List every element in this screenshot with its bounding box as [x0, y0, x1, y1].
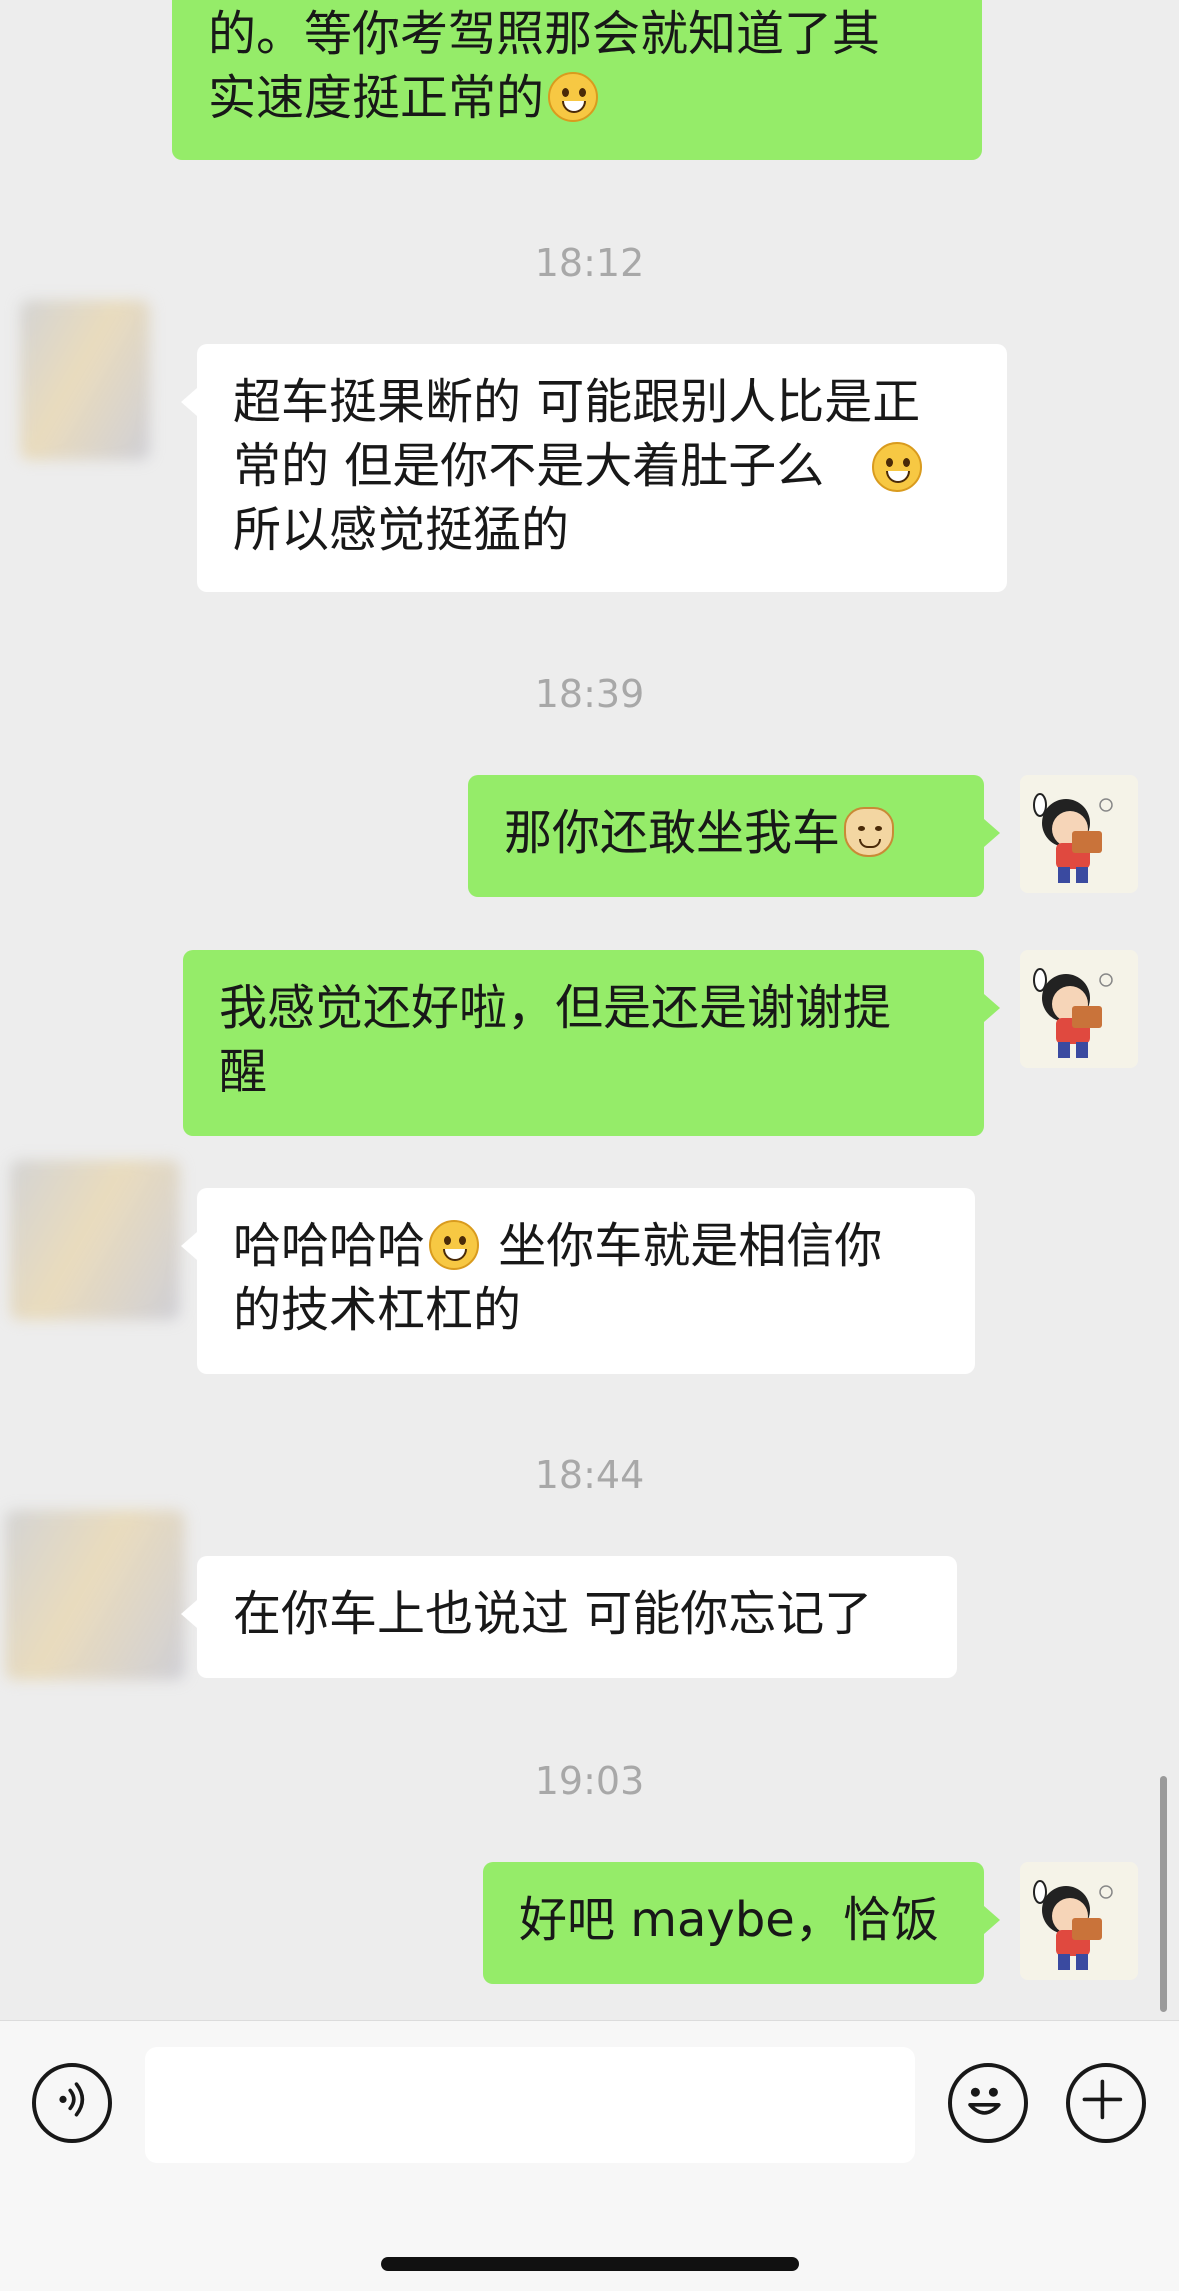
input-bar	[0, 2020, 1179, 2291]
plus-icon	[1082, 2079, 1123, 2120]
avatar-blurred[interactable]	[20, 300, 150, 460]
bubble-tail	[181, 1600, 197, 1628]
scrollbar[interactable]	[1160, 1776, 1167, 2012]
message-bubble-outgoing[interactable]: 的。等你考驾照那会就知道了其 实速度挺正常的	[172, 0, 982, 160]
home-indicator[interactable]	[381, 2257, 799, 2271]
cat-face-icon	[844, 807, 895, 857]
bubble-tail	[181, 388, 197, 416]
cartoon-girl-avatar	[1020, 775, 1138, 893]
message-bubble-incoming[interactable]: 超车挺果断的 可能跟别人比是正 常的 但是你不是大着肚子么 所以感觉挺猛的	[181, 344, 1007, 592]
voice-input-icon	[59, 2082, 85, 2117]
message-text: 好吧 maybe，恰饭	[519, 1892, 939, 1948]
message-bubble-incoming[interactable]: 哈哈哈哈 坐你车就是相信你 的技术杠杠的	[181, 1188, 975, 1374]
voice-input-button[interactable]	[32, 2063, 112, 2143]
avatar-blurred[interactable]	[10, 1160, 180, 1320]
message-input[interactable]	[145, 2047, 915, 2163]
timestamp: 18:44	[534, 1453, 645, 1497]
avatar-self[interactable]	[1020, 950, 1138, 1068]
message-text: 哈哈哈哈	[233, 1218, 426, 1274]
grinning-face-icon	[429, 1220, 480, 1270]
emoji-smile-icon	[968, 2087, 1001, 2115]
message-bubble-outgoing[interactable]: 那你还敢坐我车	[468, 775, 1000, 897]
message-bubble-outgoing[interactable]: 我感觉还好啦，但是还是谢谢提 醒	[183, 950, 1000, 1136]
avatar-self[interactable]	[1020, 775, 1138, 893]
cartoon-girl-avatar	[1020, 950, 1138, 1068]
message-list[interactable]: 的。等你考驾照那会就知道了其 实速度挺正常的 18:12 超车挺果断的 可能跟别…	[0, 0, 1179, 2020]
bubble-tail	[984, 994, 1000, 1022]
face-with-tears-of-joy-icon	[872, 442, 922, 492]
timestamp: 18:39	[534, 672, 645, 716]
message-text: 在你车上也说过 可能你忘记了	[233, 1586, 873, 1642]
message-text: 超车挺果断的 可能跟别人比是正 常的 但是你不是大着肚子么 所以感觉挺猛的	[233, 374, 921, 558]
avatar-self[interactable]	[1020, 1862, 1138, 1980]
emoji-button[interactable]	[948, 2063, 1028, 2143]
message-bubble-incoming[interactable]: 在你车上也说过 可能你忘记了	[181, 1556, 957, 1678]
bubble-tail	[984, 1906, 1000, 1934]
avatar-blurred[interactable]	[5, 1510, 185, 1680]
message-text: 我感觉还好啦，但是还是谢谢提 醒	[219, 980, 892, 1100]
bubble-tail	[984, 819, 1000, 847]
message-bubble-outgoing[interactable]: 好吧 maybe，恰饭	[483, 1862, 1000, 1984]
more-button[interactable]	[1066, 2063, 1146, 2143]
message-text: 的。等你考驾照那会就知道了其 实速度挺正常的	[208, 6, 881, 126]
cartoon-girl-avatar	[1020, 1862, 1138, 1980]
message-text: 那你还敢坐我车	[504, 805, 841, 861]
timestamp: 19:03	[534, 1759, 645, 1803]
timestamp: 18:12	[534, 241, 645, 285]
face-with-tears-of-joy-icon	[548, 72, 599, 122]
bubble-tail	[181, 1232, 197, 1260]
chat-screen: 的。等你考驾照那会就知道了其 实速度挺正常的 18:12 超车挺果断的 可能跟别…	[0, 0, 1179, 2291]
